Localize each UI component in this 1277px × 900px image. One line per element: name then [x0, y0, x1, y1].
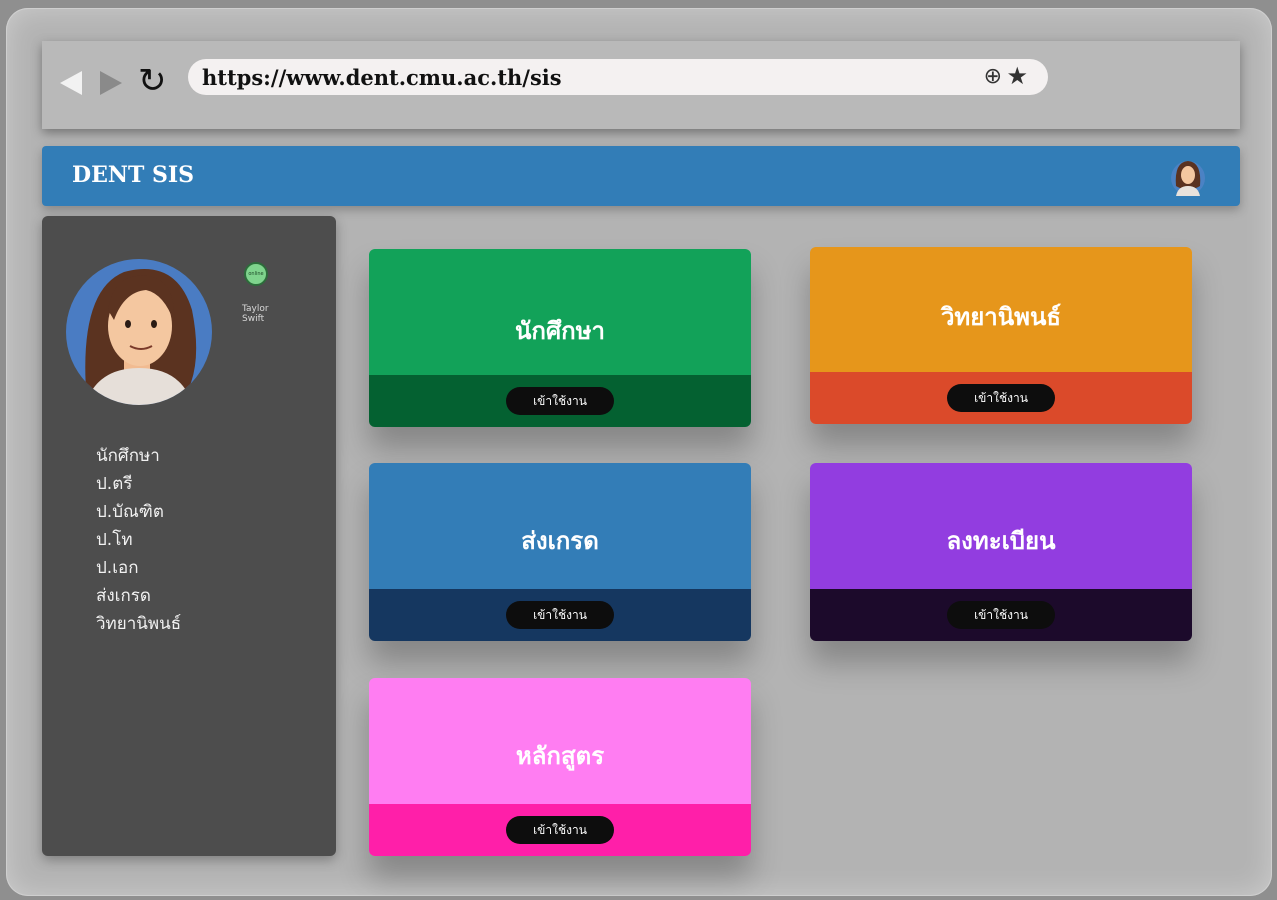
forward-icon[interactable] — [100, 71, 122, 95]
app-header: DENT SIS — [42, 146, 1240, 206]
card-footer: เข้าใช้งาน — [369, 804, 751, 856]
browser-toolbar: ↻ https://www.dent.cmu.ac.th/sis ⊕ ★ — [42, 41, 1240, 129]
sidebar: online Taylor Swift นักศึกษา ป.ตรี ป.บัณ… — [42, 216, 336, 856]
sidebar-item-thesis[interactable]: วิทยานิพนธ์ — [96, 610, 181, 638]
card-header: นักศึกษา — [369, 249, 751, 375]
card-header: ส่งเกรด — [369, 463, 751, 589]
url-text[interactable]: https://www.dent.cmu.ac.th/sis — [202, 65, 562, 90]
card-registration: ลงทะเบียน เข้าใช้งาน — [810, 463, 1192, 641]
online-status-label: online — [248, 271, 264, 277]
online-status-badge: online — [244, 262, 268, 286]
user-name: Taylor Swift — [242, 304, 269, 324]
app-title: DENT SIS — [72, 162, 195, 188]
card-title: วิทยานิพนธ์ — [940, 303, 1062, 331]
card-curriculum: หลักสูตร เข้าใช้งาน — [369, 678, 751, 856]
card-footer: เข้าใช้งาน — [369, 375, 751, 427]
enter-button[interactable]: เข้าใช้งาน — [947, 601, 1055, 629]
enter-button[interactable]: เข้าใช้งาน — [947, 384, 1055, 412]
card-title: นักศึกษา — [515, 317, 605, 345]
card-footer: เข้าใช้งาน — [810, 372, 1192, 424]
sidebar-item-doctoral[interactable]: ป.เอก — [96, 554, 181, 582]
reload-icon[interactable]: ↻ — [138, 61, 167, 101]
sidebar-item-grade-submission[interactable]: ส่งเกรด — [96, 582, 181, 610]
sidebar-item-graduate-diploma[interactable]: ป.บัณฑิต — [96, 498, 181, 526]
card-thesis: วิทยานิพนธ์ เข้าใช้งาน — [810, 247, 1192, 424]
card-footer: เข้าใช้งาน — [369, 589, 751, 641]
sidebar-item-bachelor[interactable]: ป.ตรี — [96, 470, 181, 498]
enter-button[interactable]: เข้าใช้งาน — [506, 816, 614, 844]
back-icon[interactable] — [60, 71, 82, 95]
card-title: ส่งเกรด — [521, 527, 599, 555]
user-avatar-icon[interactable] — [1170, 156, 1206, 196]
sidebar-item-students[interactable]: นักศึกษา — [96, 442, 181, 470]
card-header: ลงทะเบียน — [810, 463, 1192, 589]
card-grade-submission: ส่งเกรด เข้าใช้งาน — [369, 463, 751, 641]
sidebar-menu: นักศึกษา ป.ตรี ป.บัณฑิต ป.โท ป.เอก ส่งเก… — [96, 442, 181, 638]
card-header: หลักสูตร — [369, 678, 751, 804]
card-footer: เข้าใช้งาน — [810, 589, 1192, 641]
enter-button[interactable]: เข้าใช้งาน — [506, 387, 614, 415]
star-icon[interactable]: ★ — [1006, 62, 1028, 90]
screen-frame: ↻ https://www.dent.cmu.ac.th/sis ⊕ ★ DEN… — [6, 8, 1272, 896]
profile-avatar — [66, 259, 212, 405]
card-students: นักศึกษา เข้าใช้งาน — [369, 249, 751, 427]
enter-button[interactable]: เข้าใช้งาน — [506, 601, 614, 629]
sidebar-item-master[interactable]: ป.โท — [96, 526, 181, 554]
card-title: หลักสูตร — [515, 742, 605, 770]
zoom-icon[interactable]: ⊕ — [984, 64, 1002, 89]
card-title: ลงทะเบียน — [946, 527, 1056, 555]
card-header: วิทยานิพนธ์ — [810, 247, 1192, 372]
address-bar[interactable]: https://www.dent.cmu.ac.th/sis ⊕ ★ — [188, 59, 1048, 95]
